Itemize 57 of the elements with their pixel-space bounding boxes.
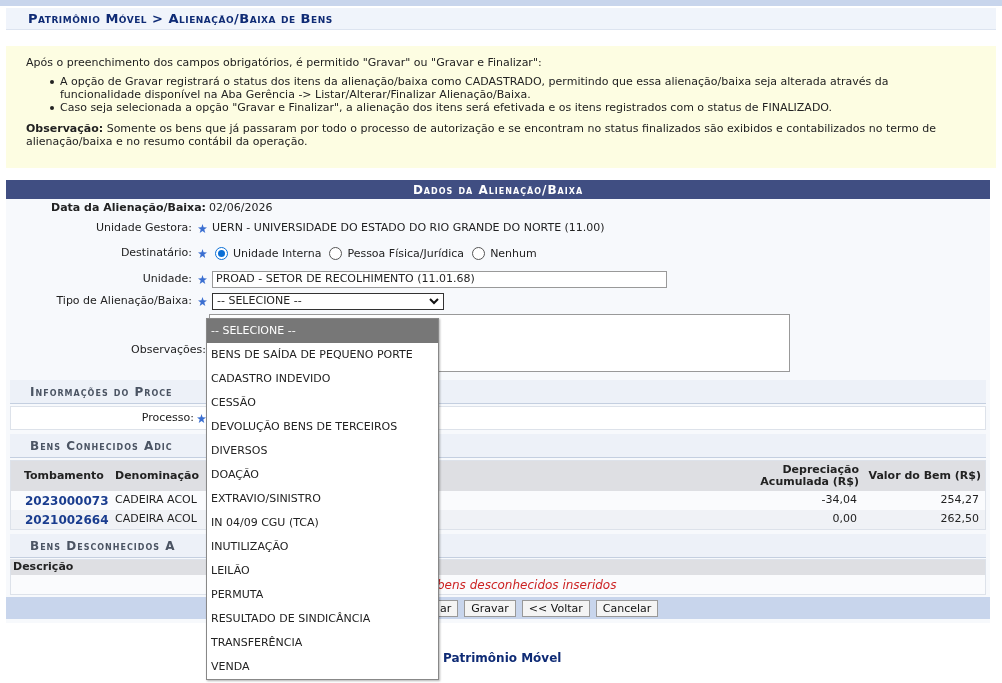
field-label: Destinatário:: [119, 244, 193, 261]
field-label: Unidade:: [141, 270, 193, 287]
form-button[interactable]: << Voltar: [521, 599, 590, 617]
tombamento-link[interactable]: 2023000073: [11, 491, 115, 510]
table-cell: CADEIRA ACOL: [115, 511, 197, 528]
radio-label: Unidade Interna: [233, 246, 322, 263]
field-label: Processo:: [140, 409, 195, 426]
field-label: Data da Alienação/Baixa:: [50, 200, 207, 217]
table-cell-text: 254,27: [939, 492, 980, 509]
breadcrumb: Patrimônio Móvel > Alienação/Baixa de Bens: [28, 9, 333, 28]
dropdown-option[interactable]: LEILÃO: [207, 559, 438, 583]
table-cell-text: 262,50: [939, 511, 980, 528]
date-value: 02/06/2026: [209, 200, 273, 217]
dropdown-option[interactable]: IN 04/09 CGU (TCA): [207, 511, 438, 535]
field-label: Tipo de Alienação/Baixa:: [55, 292, 193, 309]
info-intro: Após o preenchimento dos campos obrigatórios, é permitido "Gravar" ou "Gravar e Finalizar":: [26, 56, 543, 69]
field-label: Observações:: [130, 342, 207, 358]
radio-label: Nenhum: [490, 246, 537, 263]
dropdown-option[interactable]: INUTILIZAÇÃO: [207, 535, 438, 559]
tipo-select[interactable]: -- SELECIONE --: [212, 292, 444, 310]
column-header: Denominação: [115, 467, 199, 484]
tombamento-link[interactable]: 2021002664: [11, 510, 115, 529]
required-star-icon: [197, 248, 207, 258]
radio-button[interactable]: [329, 246, 343, 260]
required-star-icon: [197, 296, 207, 306]
dropdown-option[interactable]: TRANSFERÊNCIA: [207, 631, 438, 655]
unidade-gestora-value: UERN - UNIVERSIDADE DO ESTADO DO RIO GRANDE DO NORTE (11.00): [212, 219, 605, 236]
form-header: Dados da Alienação/Baixa: [6, 180, 990, 199]
column-header: Tombamento: [23, 467, 105, 484]
caret-icon: [429, 297, 439, 305]
dropdown-option[interactable]: VENDA: [207, 655, 438, 679]
table-cell: CADEIRA ACOL: [115, 492, 197, 509]
info-bullet: A opção de Gravar registrará o status dos itens da alienação/baixa como CADASTRADO, permitindo que essa alienação/baixa seja alterada através da funcionalidade disponível na Aba Gerência -> Listar/Alterar/Finalizar Alienação/Baixa.: [60, 75, 890, 101]
column-header: Valor do Bem (R$): [867, 467, 982, 484]
info-bullet: Caso seja selecionada a opção "Gravar e Finalizar", a alienação dos itens será efetivada e os itens registrados com o status de FINALIZADO.: [60, 101, 833, 114]
required-star-icon: [197, 413, 206, 423]
table-cell-text: 0,00: [831, 511, 858, 528]
bullet-icon: [50, 80, 54, 84]
required-star-icon: [197, 274, 207, 284]
form-button[interactable]: Cancelar: [595, 599, 659, 617]
radio-button[interactable]: [215, 246, 228, 260]
dropdown-option[interactable]: BENS DE SAÍDA DE PEQUENO PORTE: [207, 343, 438, 367]
unidade-field[interactable]: PROAD - SETOR DE RECOLHIMENTO (11.01.68): [212, 270, 667, 288]
column-header: Depreciação Acumulada (R$): [759, 464, 860, 488]
field-label: Unidade Gestora:: [94, 219, 193, 236]
bullet-icon: [50, 106, 54, 110]
dropdown-option[interactable]: EXTRAVIO/SINISTRO: [207, 487, 438, 511]
dropdown-option[interactable]: -- SELECIONE --: [207, 319, 438, 343]
footer-link[interactable]: Patrimônio Móvel: [443, 651, 562, 665]
required-star-icon: [197, 223, 207, 233]
dropdown-option[interactable]: DOAÇÃO: [207, 463, 438, 487]
form-button[interactable]: Gravar: [464, 599, 516, 617]
info-note: Observação: Somente os bens que já passaram por todo o processo de autorização e se encontram no status finalizados são exibidos e contabilizados no termo de alienação/baixa e no resumo contábil da operação.: [26, 122, 938, 148]
radio-label: Pessoa Física/Jurídica: [347, 246, 465, 263]
table-cell-text: -34,04: [820, 492, 858, 509]
radio-button[interactable]: [472, 246, 486, 260]
column-header: Descrição: [12, 559, 74, 576]
